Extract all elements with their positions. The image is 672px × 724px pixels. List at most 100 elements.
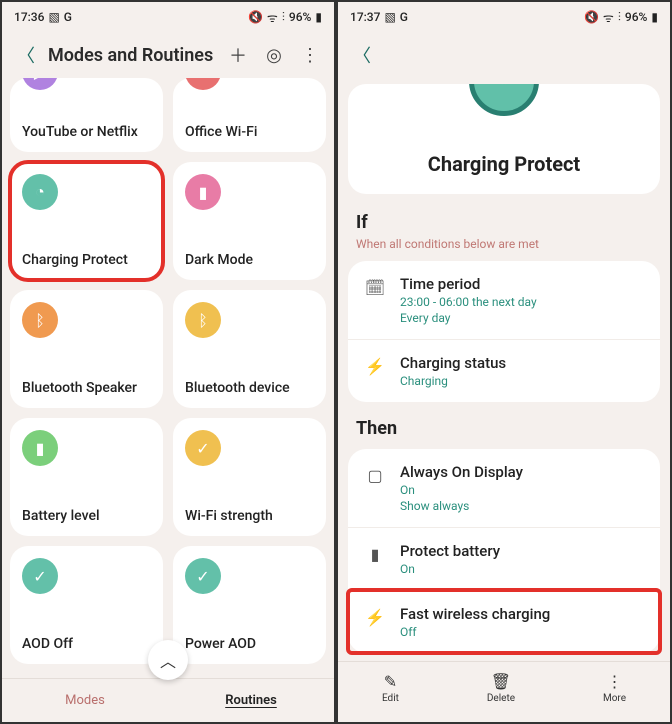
tab-modes[interactable]: Modes xyxy=(2,693,168,708)
wifi-icon: ᯤ xyxy=(603,9,614,26)
battery-icon: ▮ xyxy=(364,543,386,565)
check-icon: ✓ xyxy=(185,430,221,466)
calendar-icon: 🗓 xyxy=(364,276,386,298)
routine-tile-label: Wi-Fi strength xyxy=(185,508,314,524)
more-label: More xyxy=(603,693,626,704)
routine-tile-label: Charging Protect xyxy=(22,252,151,268)
if-section-header: If When all conditions below are met xyxy=(338,204,670,253)
pencil-icon: ✎ xyxy=(384,672,397,691)
battery-icon: ▮ xyxy=(22,430,58,466)
list-item-body: Protect battery On xyxy=(400,542,644,576)
google-icon: G xyxy=(400,10,408,24)
list-item-title: Always On Display xyxy=(400,463,644,481)
mute-icon: 🔇 xyxy=(584,10,599,24)
scroll-up-fab[interactable]: ︿ xyxy=(148,640,188,680)
discover-button[interactable]: ◎ xyxy=(260,41,288,69)
signal-icon: ⫶ xyxy=(282,10,285,25)
routine-tile[interactable]: ᛒ Bluetooth Speaker xyxy=(10,290,163,408)
edit-button[interactable]: ✎ Edit xyxy=(382,672,399,704)
page-title: Modes and Routines xyxy=(48,45,216,66)
list-item-title: Protect battery xyxy=(400,542,644,560)
gallery-icon: ▧ xyxy=(48,10,59,24)
list-item[interactable]: 🗓 Time period 23:00 - 06:00 the next day Ev… xyxy=(348,261,660,339)
routine-tile[interactable]: ᛒ Bluetooth device xyxy=(173,290,326,408)
battery-icon: ▮ xyxy=(185,174,221,210)
battery-icon: ▮ xyxy=(651,10,658,24)
routine-tile-label: YouTube or Netflix xyxy=(22,124,151,140)
then-title: Then xyxy=(356,418,652,439)
list-item-title: Charging status xyxy=(400,354,644,372)
list-item-line2: Every day xyxy=(400,311,644,325)
battery-icon: ▮ xyxy=(315,10,322,24)
list-item-body: Time period 23:00 - 06:00 the next day Eve… xyxy=(400,275,644,325)
header: 〈 xyxy=(338,32,670,78)
mute-icon: 🔇 xyxy=(248,10,263,24)
list-item-line1: 23:00 - 06:00 the next day xyxy=(400,295,644,309)
routines-grid: ▶ YouTube or Netflix ᯤOffice Wi-Fi ◔ Chargin… xyxy=(2,78,334,678)
more-button[interactable]: ⋮ More xyxy=(603,672,626,704)
more-icon: ⋮ xyxy=(606,672,622,691)
routine-hero: ◔ Charging Protect xyxy=(348,84,660,194)
list-item[interactable]: ▢ Always On DisplayOnShow always xyxy=(348,449,660,527)
routine-tile[interactable]: ✓ Wi-Fi strength xyxy=(173,418,326,536)
bt-icon: ᛒ xyxy=(22,302,58,338)
routine-tile-label: Dark Mode xyxy=(185,252,314,268)
status-time: 17:37 xyxy=(350,10,380,24)
routine-tile-label: Power AOD xyxy=(185,636,314,652)
delete-label: Delete xyxy=(487,693,515,704)
if-title: If xyxy=(356,212,652,233)
list-item[interactable]: ▮ Protect battery On xyxy=(348,527,660,590)
routine-tile-label: AOD Off xyxy=(22,636,151,652)
status-time: 17:36 xyxy=(14,10,44,24)
routine-tile[interactable]: ◔ Charging Protect xyxy=(10,162,163,280)
routine-title: Charging Protect xyxy=(428,152,580,176)
status-battery: 96% xyxy=(625,10,647,24)
routine-tile-label: Office Wi-Fi xyxy=(185,124,314,140)
check-icon: ✓ xyxy=(22,558,58,594)
delete-button[interactable]: 🗑 Delete xyxy=(487,672,515,704)
more-icon: ⋮ xyxy=(301,45,319,66)
list-item-line1: Off xyxy=(400,625,644,639)
back-button[interactable]: 〈 xyxy=(348,41,376,69)
status-bar: 17:36 ▧ G 🔇 ᯤ ⫶ 96% ▮ xyxy=(2,2,334,32)
bolt-icon: ⚡ xyxy=(364,606,386,628)
list-item-body: Always On DisplayOnShow always xyxy=(400,463,644,513)
wifi-icon: ᯤ xyxy=(267,9,278,26)
detail-footer: ✎ Edit 🗑 Delete ⋮ More xyxy=(338,661,670,713)
routine-tile-label: Bluetooth Speaker xyxy=(22,380,151,396)
routine-tile-label: Battery level xyxy=(22,508,151,524)
list-item[interactable]: ⚡ Fast wireless chargingOff xyxy=(348,590,660,653)
google-icon: G xyxy=(64,10,72,24)
bt-icon: ᛒ xyxy=(185,302,221,338)
routine-tile[interactable]: ▶ YouTube or Netflix xyxy=(10,78,163,152)
list-item-line1: On xyxy=(400,562,644,576)
if-subtitle: When all conditions below are met xyxy=(356,237,652,251)
routine-tile[interactable]: ▮ Battery level xyxy=(10,418,163,536)
screen-icon: ▢ xyxy=(364,464,386,486)
more-button[interactable]: ⋮ xyxy=(296,41,324,69)
list-item[interactable]: ⚡Charging statusCharging xyxy=(348,339,660,402)
clock-icon: ◔ xyxy=(22,174,58,210)
compass-icon: ◎ xyxy=(266,45,282,66)
back-button[interactable]: 〈 xyxy=(12,41,40,69)
then-actions-list: ▢Always On DisplayOnShow always▮Protect … xyxy=(348,449,660,653)
list-item-body: Fast wireless chargingOff xyxy=(400,605,644,639)
routine-tile[interactable]: ✓Power AOD xyxy=(173,546,326,664)
add-button[interactable]: ＋ xyxy=(224,41,252,69)
tab-routines[interactable]: Routines xyxy=(168,693,334,708)
screen-routines-list: 17:36 ▧ G 🔇 ᯤ ⫶ 96% ▮ 〈 Modes and Routin… xyxy=(0,0,336,724)
if-conditions-list: 🗓 Time period 23:00 - 06:00 the next day Ev… xyxy=(348,261,660,402)
chevron-left-icon: 〈 xyxy=(17,42,35,68)
routine-tile-label: Bluetooth device xyxy=(185,380,314,396)
edit-label: Edit xyxy=(382,693,399,704)
routine-tile[interactable]: ▮ Dark Mode xyxy=(173,162,326,280)
routine-hero-icon: ◔ xyxy=(469,84,539,116)
play-icon: ▶ xyxy=(22,78,58,90)
list-item-title: Time period xyxy=(400,275,644,293)
gallery-icon: ▧ xyxy=(384,10,395,24)
routine-tile[interactable]: ✓ AOD Off xyxy=(10,546,163,664)
list-item-body: Charging statusCharging xyxy=(400,354,644,388)
list-item-line2: Show always xyxy=(400,499,644,513)
routine-tile[interactable]: ᯤOffice Wi-Fi xyxy=(173,78,326,152)
chevron-left-icon: 〈 xyxy=(353,42,371,68)
